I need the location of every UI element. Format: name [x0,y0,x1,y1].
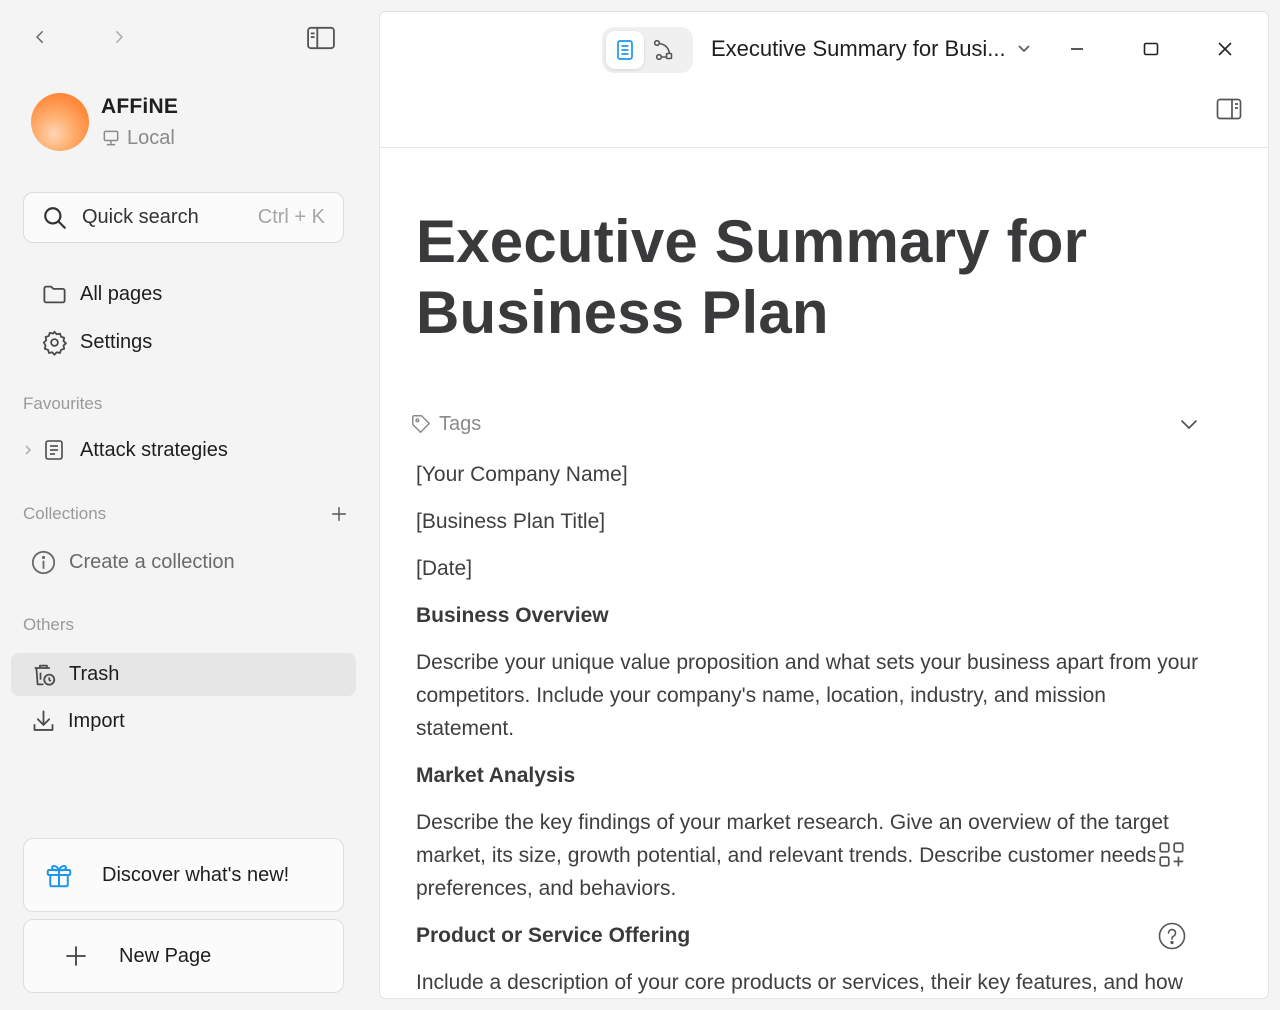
quick-search-label: Quick search [82,206,199,228]
back-arrow-icon[interactable] [27,24,53,50]
discover-whats-new-button[interactable]: Discover what's new! [23,838,344,912]
forward-arrow-icon[interactable] [106,24,132,50]
all-pages-item[interactable]: All pages [41,281,162,308]
page-title[interactable]: Executive Summary for Business Plan [416,206,1136,348]
document-body[interactable]: [Your Company Name] [Business Plan Title… [416,458,1206,998]
sidebar-toggle-icon[interactable] [304,24,338,52]
editor-header: Executive Summary for Busi... [380,12,1268,148]
settings-item[interactable]: Settings [41,329,152,356]
others-heading: Others [23,615,75,634]
right-sidebar-toggle-icon[interactable] [1214,95,1244,123]
add-collection-icon[interactable] [328,503,350,525]
settings-label: Settings [80,331,153,353]
minimize-icon[interactable] [1062,34,1092,64]
favourites-heading: Favourites [23,394,103,413]
paragraph-date[interactable]: [Date] [416,552,1206,585]
heading-product-offering[interactable]: Product or Service Offering [416,919,1206,952]
search-icon [44,206,66,229]
quick-search-shortcut: Ctrl + K [257,206,325,228]
editor-panel: Executive Summary for Busi... Executive … [379,11,1269,999]
create-collection-label: Create a collection [69,551,235,573]
tags-label: Tags [439,412,482,435]
chevron-right-icon[interactable] [22,444,34,456]
workspace-name: AFFiNE [101,94,179,118]
paragraph-market-analysis[interactable]: Describe the key findings of your market… [416,806,1206,905]
doc-title-text: Executive Summary for Busi... [711,36,1006,61]
mode-switch [602,27,693,73]
heading-business-overview[interactable]: Business Overview [416,599,1206,632]
gift-icon [46,865,72,888]
collections-heading: Collections [23,504,107,523]
chevron-down-icon[interactable] [1178,413,1200,435]
gear-icon [42,330,67,356]
plus-icon [66,946,86,966]
trash-label: Trash [69,663,120,685]
paragraph-business-overview[interactable]: Describe your unique value proposition a… [416,646,1206,745]
new-page-label: New Page [119,944,212,967]
workspace-avatar [31,93,89,151]
page-icon [45,440,63,460]
new-page-button[interactable]: New Page [23,919,344,993]
heading-market-analysis[interactable]: Market Analysis [416,759,1206,792]
paragraph-plan-title[interactable]: [Business Plan Title] [416,505,1206,538]
folder-icon [43,285,66,304]
quick-search-button[interactable]: Quick search Ctrl + K [23,192,344,243]
edgeless-mode-icon [653,39,673,61]
workspace-switcher[interactable]: AFFiNE Local [31,93,178,151]
sidebar: AFFiNE Local Quick search Ctrl + K All p… [0,0,368,1010]
workspace-type: Local [101,127,178,150]
create-collection-item[interactable]: Create a collection [30,549,235,576]
close-icon[interactable] [1210,34,1240,64]
tags-property-row[interactable]: Tags [410,410,1200,438]
trash-item[interactable]: Trash [11,653,356,696]
doc-title-dropdown[interactable]: Executive Summary for Busi... [711,36,1032,62]
page-mode-icon [617,40,633,60]
edgeless-mode-button[interactable] [644,31,682,69]
favourite-item-label: Attack strategies [80,438,228,461]
discover-label: Discover what's new! [102,863,290,886]
page-mode-button[interactable] [606,31,644,69]
download-icon [33,710,54,731]
tag-icon [412,415,430,433]
chevron-down-icon [1018,45,1030,53]
help-icon[interactable] [1155,919,1189,953]
workspace-type-label: Local [127,126,175,149]
favourite-item[interactable]: Attack strategies [22,438,228,462]
paragraph-company[interactable]: [Your Company Name] [416,458,1206,491]
trash-icon [34,664,56,686]
add-block-grid-icon[interactable] [1155,838,1189,872]
computer-icon [103,130,119,146]
import-item[interactable]: Import [30,708,125,735]
info-icon [31,550,56,575]
maximize-icon[interactable] [1136,34,1166,64]
all-pages-label: All pages [80,283,163,305]
paragraph-product-offering[interactable]: Include a description of your core produ… [416,966,1206,998]
import-label: Import [68,710,125,732]
